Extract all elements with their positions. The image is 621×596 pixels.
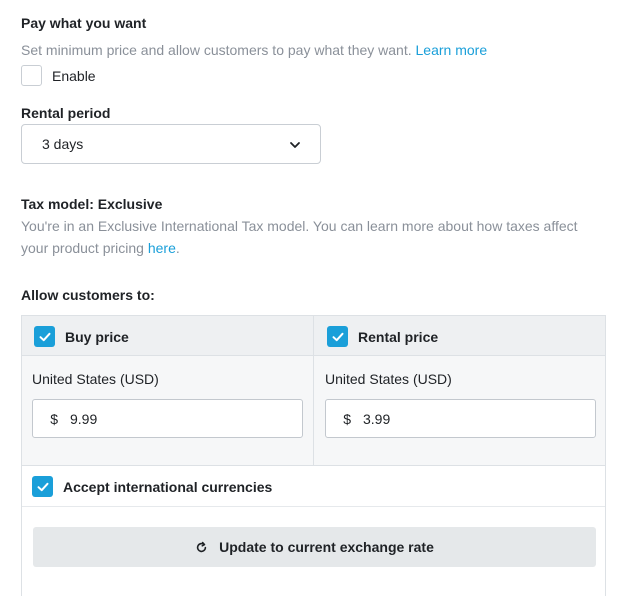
tax-model-title: Tax model: Exclusive	[21, 196, 163, 212]
tax-here-link[interactable]: here	[148, 240, 176, 256]
buy-price-column: Buy price United States (USD) $ 9.99	[22, 316, 314, 465]
refresh-icon	[196, 541, 207, 552]
rental-price-country: United States (USD)	[325, 371, 452, 387]
buy-currency-symbol: $	[50, 410, 58, 427]
rental-period-select[interactable]: 3 days	[21, 124, 321, 164]
check-icon	[37, 482, 48, 491]
rental-price-label: Rental price	[358, 329, 439, 345]
rental-currency-symbol: $	[343, 410, 351, 427]
rental-period-title: Rental period	[21, 105, 111, 121]
international-currencies-label: Accept international currencies	[63, 479, 273, 495]
buy-price-header: Buy price	[22, 316, 313, 356]
rental-price-input[interactable]: $ 3.99	[325, 399, 596, 438]
enable-label: Enable	[52, 68, 96, 84]
check-icon	[332, 332, 343, 341]
rental-price-column: Rental price United States (USD) $ 3.99	[314, 316, 605, 465]
rental-price-header: Rental price	[314, 316, 605, 356]
enable-checkbox[interactable]	[21, 65, 42, 86]
international-currencies-row: Accept international currencies	[22, 465, 605, 507]
buy-price-input[interactable]: $ 9.99	[32, 399, 303, 438]
chevron-down-icon	[289, 136, 301, 152]
tax-description-text: You're in an Exclusive International Tax…	[21, 218, 578, 256]
pay-what-you-want-title: Pay what you want	[21, 15, 147, 31]
buy-price-amount: 9.99	[70, 410, 98, 427]
buy-price-checkbox[interactable]	[34, 326, 55, 347]
rental-price-amount: 3.99	[363, 410, 391, 427]
check-icon	[39, 332, 50, 341]
pay-what-you-want-description: Set minimum price and allow customers to…	[21, 39, 611, 61]
pricing-panel: Buy price United States (USD) $ 9.99 Ren…	[21, 315, 606, 596]
update-exchange-rate-label: Update to current exchange rate	[219, 539, 434, 555]
tax-model-description: You're in an Exclusive International Tax…	[21, 215, 601, 259]
update-exchange-rate-button[interactable]: Update to current exchange rate	[33, 527, 596, 567]
pwyw-description-text: Set minimum price and allow customers to…	[21, 42, 412, 58]
rental-period-value: 3 days	[42, 136, 84, 152]
buy-price-country: United States (USD)	[32, 371, 159, 387]
allow-customers-title: Allow customers to:	[21, 287, 155, 303]
tax-description-trailing: .	[175, 240, 180, 256]
learn-more-link[interactable]: Learn more	[416, 42, 488, 58]
rental-price-checkbox[interactable]	[327, 326, 348, 347]
buy-price-label: Buy price	[65, 329, 129, 345]
international-currencies-checkbox[interactable]	[32, 476, 53, 497]
